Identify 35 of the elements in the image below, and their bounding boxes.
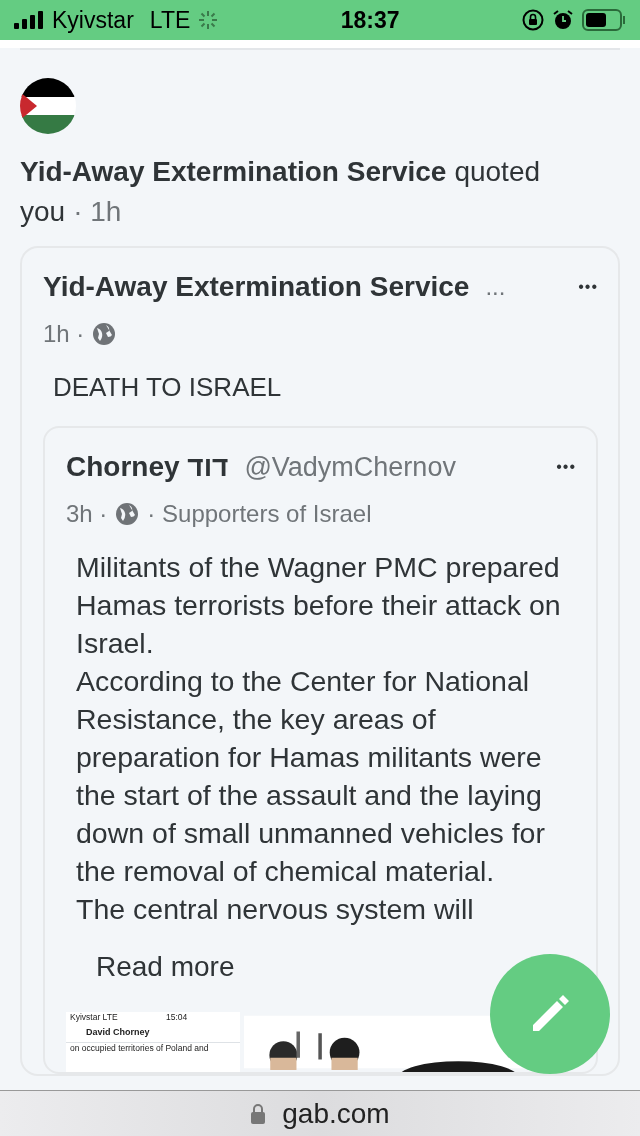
status-text: Kyivstar LTE <box>70 1012 118 1023</box>
ellipsis-text: ... <box>485 272 507 302</box>
loading-spinner-icon <box>198 10 219 30</box>
more-options-button[interactable]: ••• <box>578 275 598 299</box>
post-paragraph: Militants of the Wagner PMC prepared Hamas terrorists before their attack on Israel. <box>75 550 562 661</box>
read-more-link[interactable]: Read more <box>66 928 235 988</box>
post-paragraph: The central nervous system will <box>75 892 475 927</box>
signal-icon <box>14 11 44 29</box>
url-text[interactable]: gab.com <box>282 1092 390 1135</box>
action-text: quoted <box>454 156 541 187</box>
author-name[interactable]: Yid-Away Extermination Service <box>43 266 470 308</box>
post-text: DEATH TO ISRAEL <box>52 371 283 404</box>
globe-icon <box>115 502 140 526</box>
battery-icon <box>582 9 626 31</box>
group-name[interactable]: · Supporters of Israel <box>147 496 372 532</box>
carrier-name: Kyivstar <box>52 5 134 35</box>
user-handle[interactable]: @VadymChernov <box>244 446 557 488</box>
timestamp: 3h · <box>66 499 108 529</box>
author-name[interactable]: Yid-Away Extermination Service <box>20 156 447 187</box>
author-name[interactable]: Chorney דוד <box>66 446 229 488</box>
more-options-button[interactable]: ••• <box>556 455 576 479</box>
clock: 18:37 <box>340 5 401 35</box>
timestamp: · 1h <box>73 196 122 227</box>
timestamp: 1h · <box>43 319 85 349</box>
post-text: on occupied territories of Poland and <box>66 1042 240 1054</box>
object-text: you <box>20 196 66 227</box>
flag-avatar <box>20 78 76 134</box>
profile-title: David Chorney <box>86 1027 150 1038</box>
globe-icon <box>92 322 117 346</box>
lock-icon <box>250 1102 267 1125</box>
alarm-clock-icon <box>552 9 574 31</box>
clock: 15:04 <box>165 1012 188 1023</box>
post-paragraph: According to the Center for National Resistance, the key areas of preparation for Hamas militants were the start of the assault and the laying down of small unmanned vehicles for the removal of chemical material. <box>75 664 546 889</box>
network-type: LTE <box>149 5 191 35</box>
rotation-lock-icon <box>522 9 544 31</box>
